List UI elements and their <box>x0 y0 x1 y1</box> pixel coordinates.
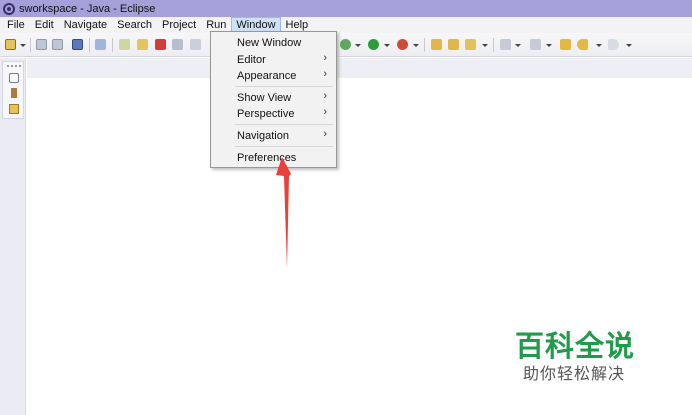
external-tools-icon[interactable] <box>397 39 408 50</box>
menu-item-perspective[interactable]: Perspective › <box>212 105 335 122</box>
watermark-title: 百科全说 <box>515 329 636 363</box>
watermark: 百科全说 助你轻松解决 <box>513 323 653 383</box>
menu-bar: File Edit Navigate Search Project Run Wi… <box>0 17 692 33</box>
pin-icon[interactable] <box>95 39 106 50</box>
package-explorer-icon[interactable] <box>9 104 19 114</box>
menu-item-label: Editor <box>237 53 266 66</box>
debug-icon[interactable] <box>340 39 351 50</box>
hierarchy-icon[interactable] <box>11 88 17 98</box>
menu-navigate[interactable]: Navigate <box>59 17 112 33</box>
title-bar: sworkspace - Java - Eclipse <box>0 0 692 17</box>
drag-handle[interactable] <box>7 65 21 67</box>
window-menu-dropdown: New Window Editor › Appearance › Show Vi… <box>210 31 337 168</box>
menu-item-show-view[interactable]: Show View › <box>212 89 335 106</box>
menu-item-label: Appearance <box>237 69 297 82</box>
window-title: sworkspace - Java - Eclipse <box>19 2 156 15</box>
new-wizard-icon[interactable] <box>5 39 16 50</box>
menu-item-editor[interactable]: Editor › <box>212 51 335 68</box>
chevron-down-icon[interactable] <box>482 44 488 47</box>
menu-item-label: Show View <box>237 91 292 104</box>
menu-item-navigation[interactable]: Navigation › <box>212 127 335 144</box>
chevron-down-icon[interactable] <box>546 44 552 47</box>
chevron-down-icon[interactable] <box>596 44 602 47</box>
chevron-right-icon: › <box>323 52 327 64</box>
disconnect-icon[interactable] <box>172 39 183 50</box>
step-icon[interactable] <box>190 39 201 50</box>
minimized-view-stack <box>2 61 24 119</box>
back-icon[interactable] <box>577 39 588 50</box>
chevron-down-icon[interactable] <box>413 44 419 47</box>
menu-separator <box>235 124 333 125</box>
menu-separator <box>235 86 333 87</box>
open-task-icon[interactable] <box>448 39 459 50</box>
toolbar-separator <box>493 38 494 52</box>
toolbar-separator <box>112 38 113 52</box>
forward-icon[interactable] <box>608 39 619 50</box>
annotation-icon[interactable] <box>500 39 511 50</box>
open-type-icon[interactable] <box>431 39 442 50</box>
chevron-down-icon[interactable] <box>626 44 632 47</box>
search-icon[interactable] <box>465 39 476 50</box>
toolbar-separator <box>89 38 90 52</box>
eclipse-icon <box>3 2 15 15</box>
toolbar-separator <box>30 38 31 52</box>
run-icon[interactable] <box>368 39 379 50</box>
menu-edit[interactable]: Edit <box>30 17 59 33</box>
chevron-down-icon[interactable] <box>20 44 26 47</box>
menu-search[interactable]: Search <box>112 17 157 33</box>
editor-area-header <box>27 58 692 78</box>
suspend-icon[interactable] <box>137 39 148 50</box>
last-edit-icon[interactable] <box>560 39 571 50</box>
menu-item-appearance[interactable]: Appearance › <box>212 67 335 84</box>
terminal-icon[interactable] <box>72 39 83 50</box>
menu-item-label: Perspective <box>237 107 295 120</box>
toolbar-separator <box>424 38 425 52</box>
chevron-down-icon[interactable] <box>384 44 390 47</box>
watermark-subtitle: 助你轻松解决 <box>523 364 626 383</box>
chevron-right-icon: › <box>323 90 327 102</box>
menu-item-label: Preferences <box>237 151 297 164</box>
chevron-down-icon[interactable] <box>355 44 361 47</box>
menu-item-label: New Window <box>237 36 302 49</box>
save-all-icon[interactable] <box>52 39 63 50</box>
menu-item-new-window[interactable]: New Window <box>212 34 335 51</box>
chevron-right-icon: › <box>323 106 327 118</box>
restore-icon[interactable] <box>9 73 19 83</box>
next-annotation-icon[interactable] <box>530 39 541 50</box>
main-toolbar <box>0 33 692 57</box>
menu-file[interactable]: File <box>2 17 30 33</box>
menu-item-label: Navigation <box>237 129 289 142</box>
menu-project[interactable]: Project <box>157 17 201 33</box>
menu-item-preferences[interactable]: Preferences <box>212 149 335 166</box>
menu-separator <box>235 146 333 147</box>
chevron-right-icon: › <box>323 68 327 80</box>
left-trim-bar <box>0 58 26 415</box>
chevron-down-icon[interactable] <box>515 44 521 47</box>
chevron-right-icon: › <box>323 128 327 140</box>
terminate-icon[interactable] <box>155 39 166 50</box>
resume-icon[interactable] <box>119 39 130 50</box>
save-icon[interactable] <box>36 39 47 50</box>
